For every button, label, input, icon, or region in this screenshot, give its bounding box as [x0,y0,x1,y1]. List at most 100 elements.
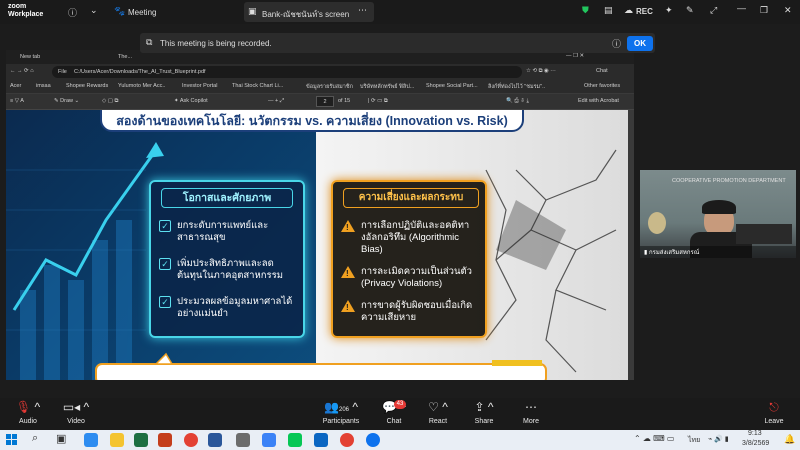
edit-with-acrobat-button[interactable]: Edit with Acrobat [578,98,619,104]
edge-icon[interactable] [84,433,98,447]
windows-taskbar: ⌕ ▣ ⌃ ☁ ⌨ ▭ ไทย ⌁ 🔊 ▮ 9:13 3/8/2569 🔔 [0,430,800,450]
bookmark-other[interactable]: Other favorites [584,83,620,89]
close-icon[interactable]: ✕ [784,5,792,16]
zoom-logo: zoom Workplace [8,3,44,18]
camera-icon[interactable] [236,433,250,447]
notes-icon[interactable]: ▤ [604,5,613,16]
address-row: ← → ⟳ ⌂ File C:/Users/Acer/Downloads/The… [6,64,634,80]
expand-icon[interactable]: ⤢ [710,5,717,16]
participant-video[interactable]: COOPERATIVE PROMOTION DEPARTMENT ▮ กรมส่… [640,170,796,258]
checkbox-icon: ✓ [159,258,171,270]
system-tray-icons[interactable]: ⌃ ☁ ⌨ ▭ [634,434,674,443]
line-icon[interactable] [288,433,302,447]
bookmark-4[interactable]: Investor Portal [182,83,217,89]
zoom-title-bar: zoom Workplace ⓘ ⌄ 🐾 Meeting ▣ Bank-ณัชช… [0,0,800,24]
opportunity-title: โอกาสและศักยภาพ [161,188,293,208]
audio-button[interactable]: 🎙 ^ Audio [6,400,50,425]
bookmark-2[interactable]: Shopee Rewards [66,83,108,89]
draw-button[interactable]: ✎ Draw ⌄ [54,98,79,104]
rotate-icons[interactable]: | ⟳ ▭ ⧉ [368,98,388,105]
shield-icon[interactable]: ⛊ [582,5,589,16]
ask-copilot-button[interactable]: ✦ Ask Copilot [174,98,208,104]
network-icon[interactable]: ⌁ 🔊 ▮ [708,435,729,443]
zoom-app-icon[interactable] [366,433,380,447]
share-screen-tab[interactable]: ▣ Bank-ณัชชนันท์'s screen [244,2,374,22]
restore-icon[interactable]: ❐ [760,5,768,16]
chevron-down-icon[interactable]: ⌄ [90,5,98,16]
opportunity-card: โอกาสและศักยภาพ ✓ ยกระดับการแพทย์และสาธา… [149,180,305,338]
warning-icon: ! [341,300,355,312]
bookmark-6[interactable]: ข้อมูลรายรับสมาชิก [306,83,353,91]
more-icon: ⋯ [525,400,537,414]
powerpoint-icon[interactable] [158,433,172,447]
app-icon[interactable] [314,433,328,447]
window-controls[interactable]: — ❐ ✕ [566,53,584,59]
meeting-tab[interactable]: Meeting [128,8,156,17]
ok-button[interactable]: OK [627,36,653,51]
language-indicator[interactable]: ไทย [688,435,700,446]
bookmark-1[interactable]: imsaa [36,83,51,89]
bookmark-0[interactable]: Acer [10,83,21,89]
risk-title: ความเสี่ยงและผลกระทบ [343,188,479,208]
chrome-profile-icon[interactable] [340,433,354,447]
participant-name: ▮ กรมส่งเสริมสหกรณ์ [644,250,700,256]
task-view-icon[interactable]: ▣ [56,432,66,445]
notification-icon[interactable]: 🔔 [784,434,795,445]
photos-icon[interactable] [262,433,276,447]
warning-icon: ! [341,220,355,232]
recording-icon: ⧉ [146,37,153,47]
zoom-controls[interactable]: — + ⤢ [268,98,284,105]
minimize-icon[interactable]: — [737,3,746,13]
bottom-banner-graphic [95,352,547,380]
pdf-tools-icons[interactable]: ≡ ▽ A [10,98,24,104]
windows-start-icon[interactable] [6,434,18,446]
mic-off-icon: 🎙 ^ [15,400,41,414]
info-icon[interactable]: ⓘ [68,6,77,19]
rec-indicator[interactable]: REC [636,7,653,16]
more-options-icon[interactable]: ⋯ [358,5,367,16]
pdf-actions-icons[interactable]: 🔍 ⎙ ⇩ ⤓ [506,98,529,105]
share-button[interactable]: ⇪ ^ Share [462,400,506,425]
browser-actions-icons[interactable]: ☆ ⟲ ⧉ ◉ ⋯ [526,68,556,75]
search-icon[interactable]: ⌕ [32,432,38,445]
address-bar[interactable]: File C:/Users/Acer/Downloads/The_AI_Trus… [52,66,522,78]
record-icon[interactable]: ☁ [624,5,633,16]
more-button[interactable]: ⋯ More [509,400,553,425]
recording-message: This meeting is being recorded. [160,39,272,48]
pdf-scrollbar[interactable] [628,110,634,380]
back-icon[interactable]: ← → ⟳ ⌂ [10,68,34,74]
file-explorer-icon[interactable] [110,433,124,447]
browser-tab-pdf[interactable]: The... [118,54,132,60]
video-icon: ▭◂ ^ [62,400,90,414]
warning-icon: ! [341,266,355,278]
clock-time[interactable]: 9:13 [748,430,762,437]
magic-icon[interactable]: ✦ [665,5,673,16]
erase-icon[interactable]: ◇ ▢ ⧉ [102,98,118,105]
leave-button[interactable]: ⎋ Leave [752,400,796,425]
react-button[interactable]: ♡ ^ React [416,400,460,425]
chrome-icon[interactable] [184,433,198,447]
chat-button[interactable]: Chat [596,68,608,74]
shared-screen: New tab The... — ❐ ✕ ← → ⟳ ⌂ File C:/Use… [6,50,634,380]
participant-background-text: COOPERATIVE PROMOTION DEPARTMENT [672,178,786,184]
pdf-toolbar: ≡ ▽ A ✎ Draw ⌄ ◇ ▢ ⧉ ✦ Ask Copilot — + ⤢… [6,94,634,110]
bookmark-8[interactable]: Shopee Social Part... [426,83,478,89]
chat-badge: 43 [394,400,406,409]
risk-item: ! การขาดผู้รับผิดชอบเมื่อเกิดความเสียหาย [341,300,483,324]
share-icon: ⇪ ^ [474,400,494,414]
excel-icon[interactable] [134,433,148,447]
bookmark-5[interactable]: Thai Stock Chart Li... [232,83,283,89]
page-number-input[interactable]: 2 [316,96,334,107]
browser-tab-new[interactable]: New tab [20,54,40,60]
chat-button[interactable]: 💬 ^ Chat 43 [372,400,416,425]
bookmark-7[interactable]: บริษัทหลักทรัพย์ ฟิลิป... [360,83,414,91]
edit-icon[interactable]: ✎ [686,5,694,16]
info-icon[interactable]: ⓘ [612,37,621,50]
clock-date[interactable]: 3/8/2569 [742,440,769,447]
bookmark-9[interactable]: ลิงก์ที่ท่องไปไว้ "ชมรม".. [488,83,545,91]
word-icon[interactable] [208,433,222,447]
participants-button[interactable]: 👥206 ^ Participants [314,400,368,425]
video-button[interactable]: ▭◂ ^ Video [54,400,98,425]
react-icon: ♡ ^ [428,400,448,414]
bookmark-3[interactable]: Yulumoto Mer Acc.. [118,83,165,89]
